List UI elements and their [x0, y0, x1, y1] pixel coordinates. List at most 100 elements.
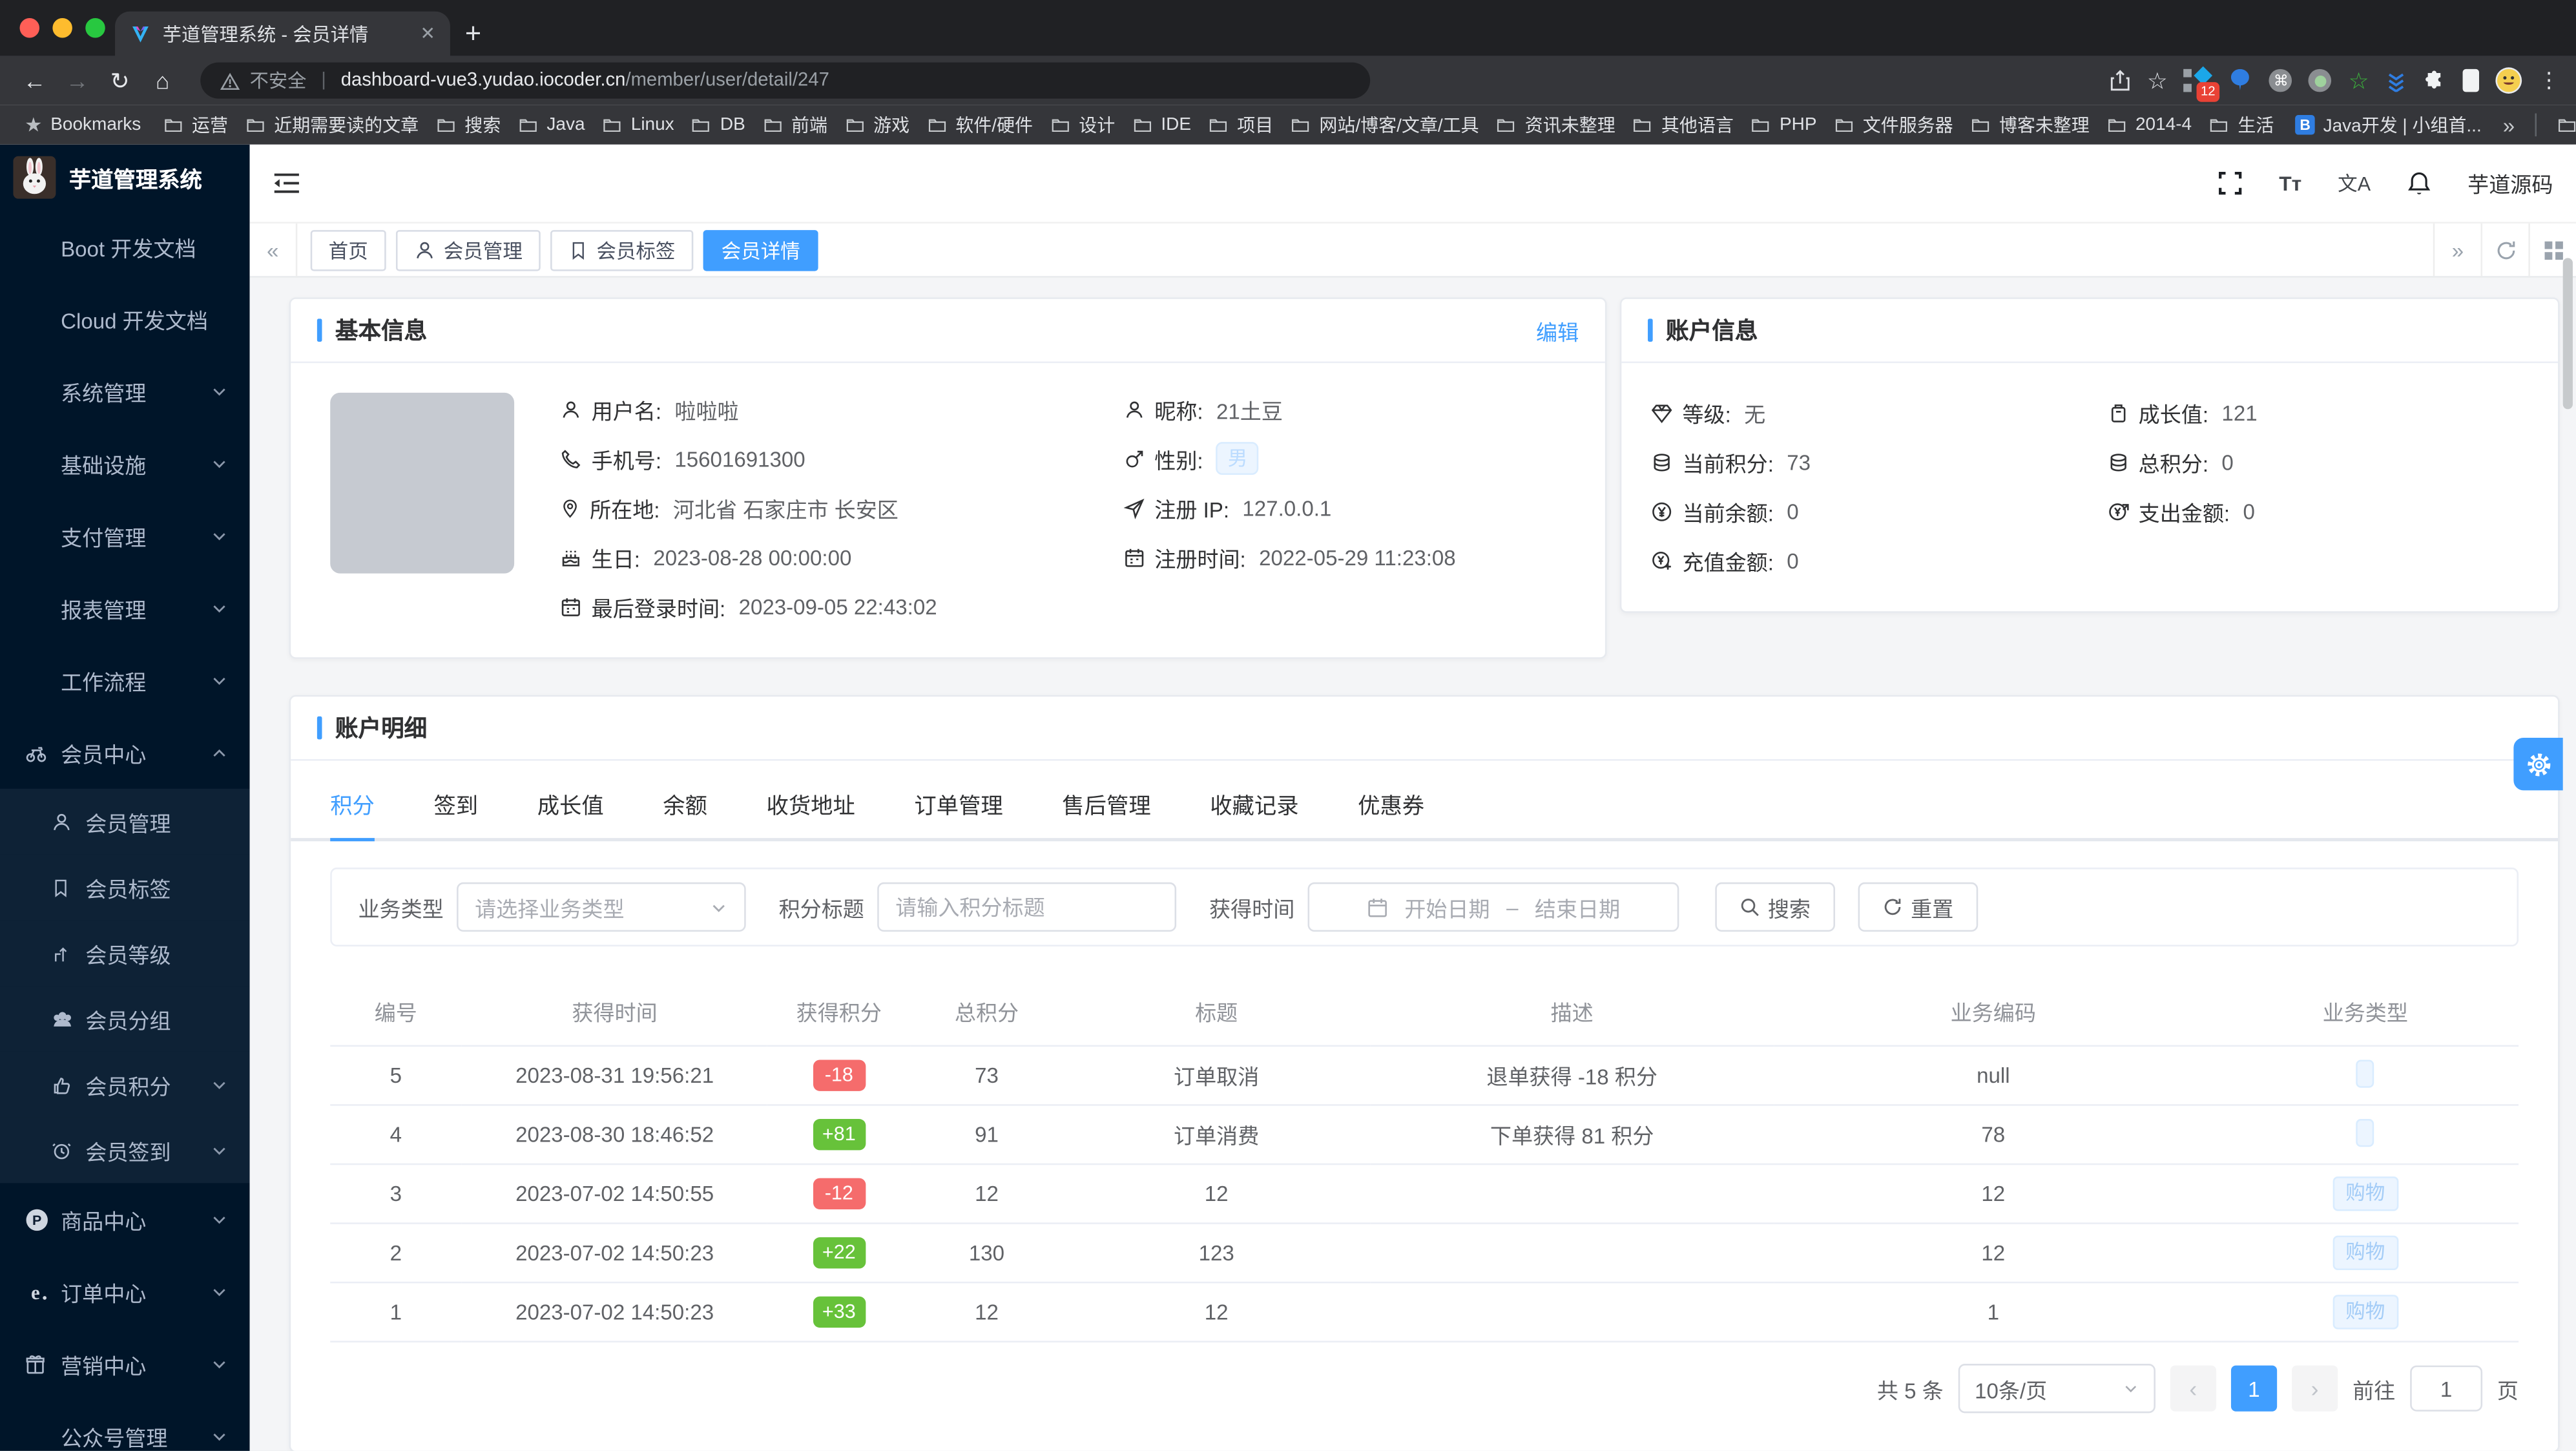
bookmarks-overflow-chevron[interactable]: » — [2495, 112, 2523, 137]
sidebar-item-Boot 开发文档[interactable]: Boot 开发文档 — [0, 211, 250, 283]
bookmark-folder[interactable]: IDE — [1123, 115, 1200, 135]
sidebar-item-会员中心[interactable]: 会员中心 — [0, 716, 250, 789]
detail-tab-售后管理[interactable]: 售后管理 — [1062, 787, 1150, 838]
bookmark-folder[interactable]: 游戏 — [836, 112, 918, 138]
sidebar-item-会员分组[interactable]: 会员分组 — [0, 986, 250, 1052]
close-window-button[interactable] — [19, 17, 40, 38]
sidebar-item-会员管理[interactable]: 会员管理 — [0, 788, 250, 855]
extension-panel-icon[interactable] — [2462, 68, 2479, 92]
vertical-scrollbar[interactable] — [2560, 145, 2576, 1451]
extension-balloon-icon[interactable] — [2227, 67, 2253, 94]
sidebar-item-系统管理[interactable]: 系统管理 — [0, 355, 250, 427]
next-page-button[interactable]: › — [2291, 1365, 2338, 1412]
sidebar-item-Cloud 开发文档[interactable]: Cloud 开发文档 — [0, 282, 250, 355]
new-tab-button[interactable]: + — [450, 12, 496, 56]
bookmark-java-dev[interactable]: B Java开发 | 小组首... — [2287, 112, 2490, 138]
table-row[interactable]: 5 2023-08-31 19:56:21 -18 73 订单取消 退单获得 -18 积分… — [330, 1045, 2519, 1106]
bookmark-folder[interactable]: 资讯未整理 — [1487, 112, 1623, 138]
bookmark-folder[interactable]: 生活 — [2200, 112, 2282, 138]
edit-button[interactable]: 编辑 — [1536, 315, 1579, 346]
bookmark-folder[interactable]: 网站/博客/文章/工具 — [1282, 112, 1487, 138]
extension-command-icon[interactable]: ⌘ — [2269, 68, 2293, 92]
theme-settings-button[interactable] — [2513, 737, 2563, 791]
detail-tab-优惠券[interactable]: 优惠券 — [1358, 787, 1424, 838]
detail-tab-订单管理[interactable]: 订单管理 — [914, 787, 1002, 838]
minimize-window-button[interactable] — [52, 17, 72, 38]
detail-tab-积分[interactable]: 积分 — [330, 787, 375, 842]
detail-tab-签到[interactable]: 签到 — [433, 787, 478, 838]
bookmark-folder[interactable]: 软件/硬件 — [918, 112, 1041, 138]
bookmark-folder[interactable]: PHP — [1742, 115, 1825, 135]
bookmarks-root[interactable]: ★ Bookmarks — [16, 113, 149, 136]
bookmark-folder[interactable]: DB — [682, 115, 753, 135]
bookmark-folder[interactable]: 2014-4 — [2097, 115, 2199, 135]
macos-window-controls[interactable] — [19, 17, 105, 38]
tabs-scroll-left[interactable]: « — [250, 223, 298, 277]
detail-tab-收藏记录[interactable]: 收藏记录 — [1210, 787, 1298, 838]
table-row[interactable]: 3 2023-07-02 14:50:55 -12 12 12 12 购物 — [330, 1164, 2519, 1224]
sidebar-item-支付管理[interactable]: 支付管理 — [0, 499, 250, 572]
address-bar[interactable]: 不安全 | dashboard-vue3.yudao.iocoder.cn/me… — [200, 62, 1371, 99]
page-size-select[interactable]: 10条/页 — [1958, 1364, 2155, 1414]
extension-chevrons-icon[interactable] — [2385, 70, 2407, 92]
sidebar-item-会员标签[interactable]: 会员标签 — [0, 854, 250, 921]
table-row[interactable]: 4 2023-08-30 18:46:52 +81 91 订单消费 下单获得 81 积分 7… — [330, 1105, 2519, 1165]
bookmark-folder[interactable]: 博客未整理 — [1961, 112, 2097, 138]
date-range-picker[interactable]: 开始日期 – 结束日期 — [1307, 882, 1679, 932]
sidebar-logo[interactable]: 芋道管理系统 — [0, 145, 250, 211]
extension-tampermonkey-icon[interactable]: 12 — [2184, 66, 2221, 102]
bookmark-folder[interactable]: 前端 — [753, 112, 835, 138]
bookmark-folder[interactable]: 项目 — [1200, 112, 1282, 138]
page-tab-首页[interactable]: 首页 — [310, 229, 386, 271]
forward-icon[interactable]: → — [59, 67, 96, 94]
sidebar-item-报表管理[interactable]: 报表管理 — [0, 572, 250, 644]
security-warning-icon[interactable] — [220, 72, 240, 90]
browser-tab[interactable]: 芋道管理系统 - 会员详情 ✕ — [115, 11, 450, 56]
fullscreen-icon[interactable] — [2218, 171, 2243, 196]
extensions-puzzle-icon[interactable] — [2424, 69, 2447, 92]
biz-type-select[interactable]: 请选择业务类型 — [457, 882, 746, 932]
page-1-button[interactable]: 1 — [2230, 1365, 2278, 1412]
table-row[interactable]: 2 2023-07-02 14:50:23 +22 130 123 12 购物 — [330, 1223, 2519, 1284]
bookmark-folder[interactable]: Linux — [593, 115, 682, 135]
search-button[interactable]: 搜索 — [1715, 882, 1836, 932]
bookmark-folder[interactable]: 其他语言 — [1623, 112, 1741, 138]
security-label[interactable]: 不安全 — [250, 67, 307, 94]
detail-tab-成长值[interactable]: 成长值 — [537, 787, 604, 838]
collapse-sidebar-icon[interactable] — [273, 171, 300, 196]
sidebar-item-会员积分[interactable]: 会员积分 — [0, 1051, 250, 1118]
detail-tab-余额[interactable]: 余额 — [663, 787, 707, 838]
bookmark-folder[interactable]: 搜索 — [427, 112, 509, 138]
sidebar-item-订单中心[interactable]: e 订单中心 — [0, 1255, 250, 1328]
share-icon[interactable] — [2109, 69, 2130, 92]
page-tab-会员详情[interactable]: 会员详情 — [703, 229, 818, 271]
profile-avatar[interactable] — [2495, 67, 2522, 94]
sidebar-item-基础设施[interactable]: 基础设施 — [0, 427, 250, 499]
bookmark-folder[interactable]: 近期需要读的文章 — [236, 112, 427, 138]
bookmark-folder[interactable]: 设计 — [1041, 112, 1123, 138]
prev-page-button[interactable]: ‹ — [2170, 1365, 2216, 1412]
tab-close-icon[interactable]: ✕ — [421, 23, 435, 45]
extension-recorder-icon[interactable] — [2309, 68, 2332, 92]
page-tab-会员管理[interactable]: 会员管理 — [395, 229, 541, 271]
page-tab-会员标签[interactable]: 会员标签 — [550, 229, 694, 271]
bookmark-folder[interactable]: 运营 — [154, 112, 236, 138]
maximize-window-button[interactable] — [85, 17, 105, 38]
notification-bell-icon[interactable] — [2407, 170, 2431, 196]
sidebar-item-营销中心[interactable]: 营销中心 — [0, 1328, 250, 1400]
detail-tab-收货地址[interactable]: 收货地址 — [766, 787, 855, 838]
tabs-scroll-right[interactable]: » — [2433, 223, 2481, 277]
sidebar-item-公众号管理[interactable]: 公众号管理 — [0, 1400, 250, 1451]
reload-icon[interactable]: ↻ — [102, 67, 138, 94]
sidebar-item-工作流程[interactable]: 工作流程 — [0, 644, 250, 716]
other-bookmarks[interactable]: 其他书签 — [2548, 112, 2576, 138]
sidebar-item-会员等级[interactable]: 会员等级 — [0, 920, 250, 986]
points-title-input[interactable] — [877, 882, 1177, 932]
bookmark-folder[interactable]: 文件服务器 — [1825, 112, 1961, 138]
table-row[interactable]: 1 2023-07-02 14:50:23 +33 12 12 1 购物 — [330, 1282, 2519, 1342]
reset-button[interactable]: 重置 — [1858, 882, 1979, 932]
current-user[interactable]: 芋道源码 — [2467, 167, 2553, 198]
sidebar-item-商品中心[interactable]: P 商品中心 — [0, 1183, 250, 1255]
sidebar-item-会员签到[interactable]: 会员签到 — [0, 1117, 250, 1184]
bookmark-folder[interactable]: Java — [509, 115, 593, 135]
